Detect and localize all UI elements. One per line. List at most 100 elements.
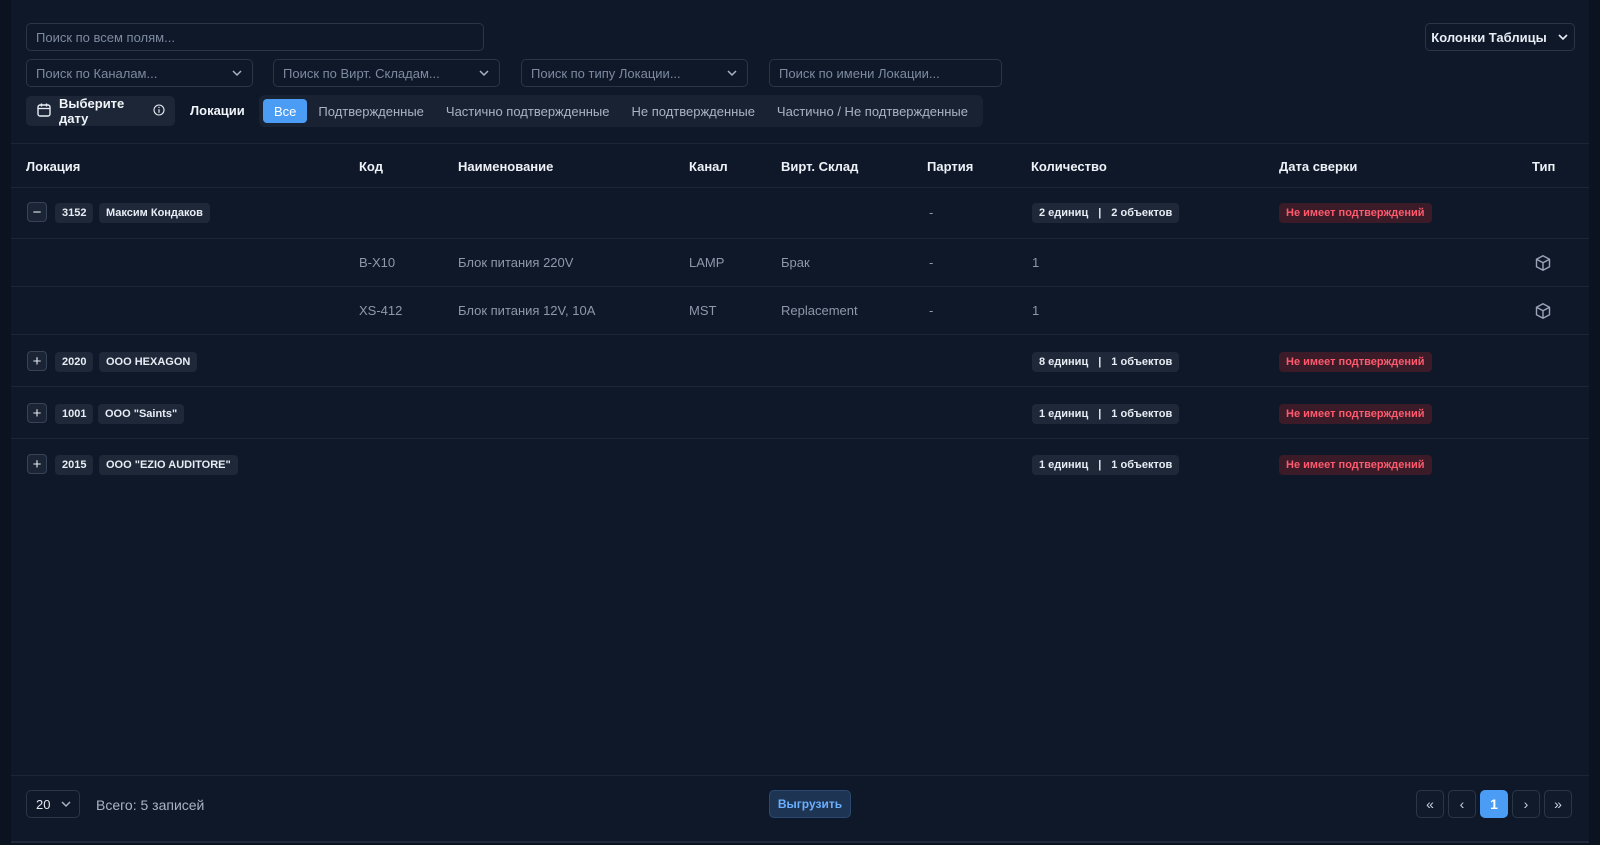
page-button-current[interactable]: 1: [1480, 790, 1508, 818]
tab-all[interactable]: Все: [263, 99, 308, 123]
header-channel[interactable]: Канал: [689, 159, 728, 174]
table-row-group[interactable]: + 2015 ООО "EZIO AUDITORE" 1 единиц | 1 …: [11, 439, 1589, 490]
tab-confirmed[interactable]: Подтвержденные: [307, 99, 435, 123]
header-batch[interactable]: Партия: [927, 159, 973, 174]
search-all-input[interactable]: Поиск по всем полям...: [26, 23, 484, 51]
channels-select[interactable]: Поиск по Каналам...: [26, 59, 253, 87]
item-code: B-X10: [359, 255, 396, 270]
location-name: ООО "EZIO AUDITORE": [99, 455, 238, 475]
chevron-down-icon: [726, 67, 738, 79]
date-picker-button[interactable]: Выберите дату: [26, 96, 175, 126]
separator: |: [1098, 408, 1102, 420]
units-count: 1 единиц: [1039, 408, 1089, 420]
info-icon[interactable]: [153, 103, 165, 119]
date-picker-label: Выберите дату: [59, 96, 125, 126]
confirmation-filter-tabs: Все Подтвержденные Частично подтвержденн…: [259, 95, 983, 127]
table-header: Локация Код Наименование Канал Вирт. Скл…: [11, 143, 1589, 188]
table-columns-button[interactable]: Колонки Таблицы: [1425, 23, 1575, 51]
expand-button[interactable]: +: [27, 454, 47, 474]
warehouses-select[interactable]: Поиск по Вирт. Складам...: [273, 59, 500, 87]
units-count: 2 единиц: [1039, 207, 1089, 219]
location-name-placeholder: Поиск по имени Локации...: [779, 65, 940, 81]
chevron-down-icon: [478, 67, 490, 79]
item-warehouse: Replacement: [781, 303, 858, 318]
header-type[interactable]: Тип: [1532, 159, 1555, 174]
header-warehouse[interactable]: Вирт. Склад: [781, 159, 858, 174]
location-type-placeholder: Поиск по типу Локации...: [531, 65, 681, 81]
table-footer: 20 Всего: 5 записей Выгрузить « ‹ 1 › »: [11, 775, 1589, 843]
box-icon: [1534, 254, 1552, 272]
status-badge: Не имеет подтверждений: [1279, 352, 1432, 372]
item-quantity: 1: [1032, 255, 1040, 270]
total-records: Всего: 5 записей: [96, 797, 205, 813]
collapse-button[interactable]: −: [27, 202, 47, 222]
item-batch: -: [929, 255, 934, 270]
export-button[interactable]: Выгрузить: [769, 790, 851, 818]
table-row[interactable]: B-X10 Блок питания 220V LAMP Брак - 1: [11, 239, 1589, 287]
location-id: 1001: [55, 404, 94, 424]
quantity-summary: 8 единиц | 1 объектов: [1032, 352, 1180, 372]
quantity-summary: 2 единиц | 2 объектов: [1032, 203, 1180, 223]
first-page-button[interactable]: «: [1416, 790, 1444, 818]
expand-button[interactable]: +: [27, 403, 47, 423]
search-all-placeholder: Поиск по всем полям...: [36, 29, 175, 45]
header-name[interactable]: Наименование: [458, 159, 553, 174]
quantity-summary: 1 единиц | 1 объектов: [1032, 404, 1180, 424]
item-quantity: 1: [1032, 303, 1040, 318]
warehouses-placeholder: Поиск по Вирт. Складам...: [283, 65, 440, 81]
item-channel: LAMP: [689, 255, 725, 270]
item-name: Блок питания 12V, 10A: [458, 303, 596, 318]
location-id: 3152: [55, 203, 94, 223]
header-location[interactable]: Локация: [26, 159, 80, 174]
last-page-button[interactable]: »: [1544, 790, 1572, 818]
table-row-group[interactable]: + 1001 ООО "Saints" 1 единиц | 1 объекто…: [11, 387, 1589, 439]
status-badge: Не имеет подтверждений: [1279, 203, 1432, 223]
status-badge: Не имеет подтверждений: [1279, 404, 1432, 424]
quantity-summary: 1 единиц | 1 объектов: [1032, 455, 1180, 475]
header-quantity[interactable]: Количество: [1031, 159, 1107, 174]
objects-count: 2 объектов: [1111, 207, 1173, 219]
item-warehouse: Брак: [781, 255, 810, 270]
location-name: ООО "Saints": [98, 404, 185, 424]
chevron-down-icon: [1557, 31, 1569, 43]
location-id: 2015: [55, 455, 94, 475]
page-size-select[interactable]: 20: [26, 790, 80, 818]
next-page-button[interactable]: ›: [1512, 790, 1540, 818]
item-code: XS-412: [359, 303, 403, 318]
status-badge: Не имеет подтверждений: [1279, 455, 1432, 475]
tab-partially-not-confirmed[interactable]: Частично / Не подтвержденные: [766, 99, 979, 123]
locations-label: Локации: [190, 103, 245, 118]
separator: |: [1098, 207, 1102, 219]
objects-count: 1 объектов: [1111, 459, 1173, 471]
location-name-input[interactable]: Поиск по имени Локации...: [769, 59, 1002, 87]
units-count: 1 единиц: [1039, 459, 1089, 471]
table-row-group[interactable]: − 3152 Максим Кондаков - 2 единиц | 2 об…: [11, 188, 1589, 239]
item-name: Блок питания 220V: [458, 255, 574, 270]
batch-value: -: [929, 205, 934, 220]
location-type-select[interactable]: Поиск по типу Локации...: [521, 59, 748, 87]
table-row-group[interactable]: + 2020 ООО HEXAGON 8 единиц | 1 объектов…: [11, 335, 1589, 387]
separator: |: [1098, 459, 1102, 471]
header-code[interactable]: Код: [359, 159, 383, 174]
table-columns-label: Колонки Таблицы: [1431, 29, 1547, 45]
objects-count: 1 объектов: [1111, 408, 1173, 420]
prev-page-button[interactable]: ‹: [1448, 790, 1476, 818]
objects-count: 1 объектов: [1111, 356, 1173, 368]
header-reconciliation-date[interactable]: Дата сверки: [1279, 159, 1357, 174]
item-batch: -: [929, 303, 934, 318]
table-row[interactable]: XS-412 Блок питания 12V, 10A MST Replace…: [11, 287, 1589, 335]
tab-not-confirmed[interactable]: Не подтвержденные: [621, 99, 766, 123]
calendar-icon: [36, 102, 52, 121]
separator: |: [1098, 356, 1102, 368]
tab-partially-confirmed[interactable]: Частично подтвержденные: [435, 99, 621, 123]
location-name: ООО HEXAGON: [99, 352, 198, 372]
chevron-down-icon: [231, 67, 243, 79]
expand-button[interactable]: +: [27, 351, 47, 371]
channels-placeholder: Поиск по Каналам...: [36, 65, 158, 81]
chevron-down-icon: [60, 798, 72, 810]
item-channel: MST: [689, 303, 717, 318]
box-icon: [1534, 302, 1552, 320]
units-count: 8 единиц: [1039, 356, 1089, 368]
app-root: Поиск по всем полям... Поиск по Каналам.…: [0, 0, 1600, 845]
page-size-value: 20: [36, 796, 51, 812]
